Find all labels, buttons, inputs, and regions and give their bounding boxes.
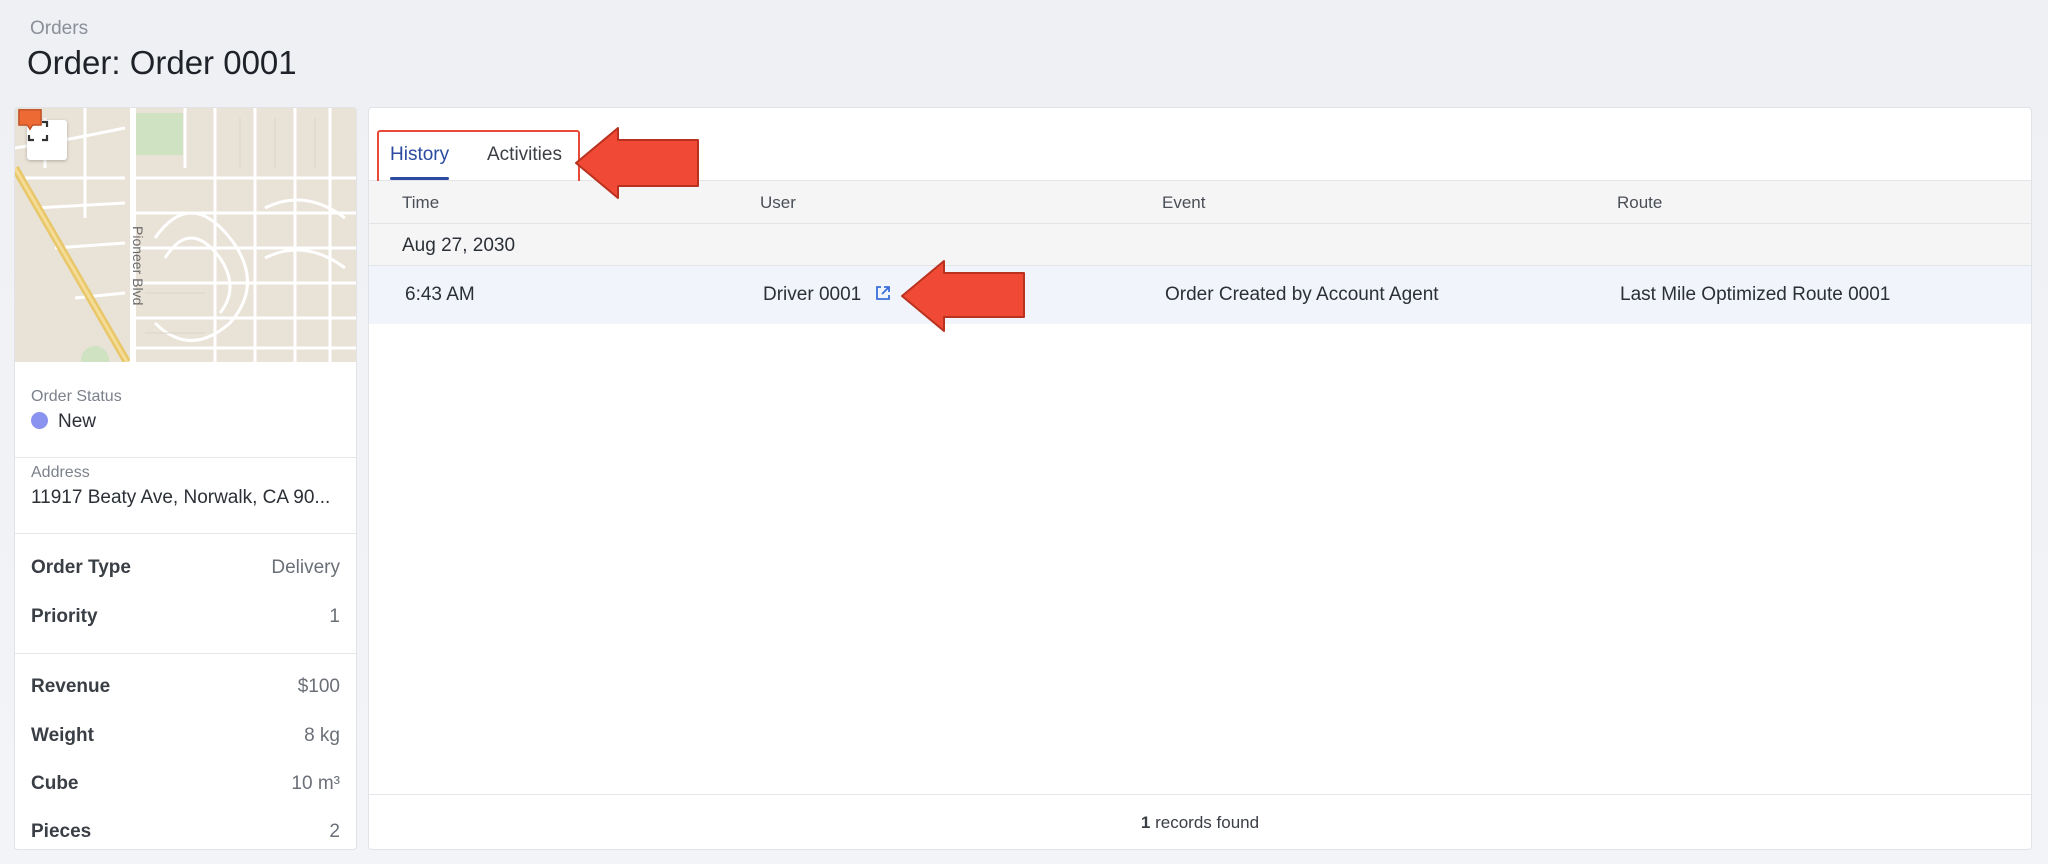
annotation-arrow-icon	[901, 260, 1025, 332]
metric-row-cube: Cube 10 m³	[31, 773, 340, 803]
order-status-value: New	[31, 411, 96, 433]
metric-key: Pieces	[31, 821, 92, 842]
cell-event: Order Created by Account Agent	[1165, 284, 1439, 305]
order-summary-card: Pioneer Blvd Order Status New Address 11…	[14, 107, 357, 850]
metric-row-weight: Weight 8 kg	[31, 725, 340, 755]
metric-row-pieces: Pieces 2	[31, 821, 340, 849]
detail-key: Priority	[31, 606, 98, 627]
detail-row-priority: Priority 1	[31, 606, 340, 636]
column-header-event[interactable]: Event	[1162, 193, 1205, 213]
table-footer: 1 records found	[369, 794, 2031, 849]
records-count-suffix: records found	[1150, 813, 1260, 832]
records-count: 1 records found	[369, 813, 2031, 833]
map-pin-icon[interactable]	[15, 108, 45, 132]
detail-key: Order Type	[31, 557, 131, 578]
metric-row-revenue: Revenue $100	[31, 676, 340, 706]
metric-key: Weight	[31, 725, 94, 746]
address-label: Address	[31, 464, 90, 481]
external-link-icon[interactable]	[875, 285, 891, 301]
column-header-route[interactable]: Route	[1617, 193, 1662, 213]
address-value: 11917 Beaty Ave, Norwalk, CA 90...	[31, 487, 331, 508]
metric-value: 8 kg	[304, 725, 340, 746]
column-header-time[interactable]: Time	[402, 193, 439, 213]
date-group-row: Aug 27, 2030	[369, 224, 2031, 266]
status-dot	[31, 412, 48, 429]
cell-time: 6:43 AM	[405, 284, 475, 305]
history-panel: History Activities Time User Event Route…	[368, 107, 2032, 850]
detail-value: 1	[329, 606, 340, 627]
metric-key: Revenue	[31, 676, 111, 697]
metric-value: 10 m³	[291, 773, 340, 794]
detail-value: Delivery	[271, 557, 340, 578]
metric-key: Cube	[31, 773, 79, 794]
order-status-label: Order Status	[31, 388, 122, 405]
user-link[interactable]: Driver 0001	[763, 284, 861, 305]
annotation-arrow-icon	[575, 127, 699, 199]
records-count-number: 1	[1140, 813, 1151, 832]
detail-row-order-type: Order Type Delivery	[31, 557, 340, 587]
date-group-label: Aug 27, 2030	[402, 235, 516, 256]
order-map[interactable]: Pioneer Blvd	[15, 108, 356, 362]
breadcrumb[interactable]: Orders	[30, 18, 88, 40]
cell-route: Last Mile Optimized Route 0001	[1620, 284, 1891, 305]
status-text: New	[58, 411, 97, 432]
column-header-user[interactable]: User	[760, 193, 796, 213]
page-title: Order: Order 0001	[27, 44, 297, 81]
metric-value: 2	[329, 821, 340, 842]
metric-value: $100	[297, 676, 340, 697]
street-label: Pioneer Blvd	[130, 226, 146, 306]
cell-user[interactable]: Driver 0001	[763, 284, 891, 306]
table-row[interactable]: 6:43 AM Driver 0001 Order Created by Acc…	[369, 266, 2031, 324]
